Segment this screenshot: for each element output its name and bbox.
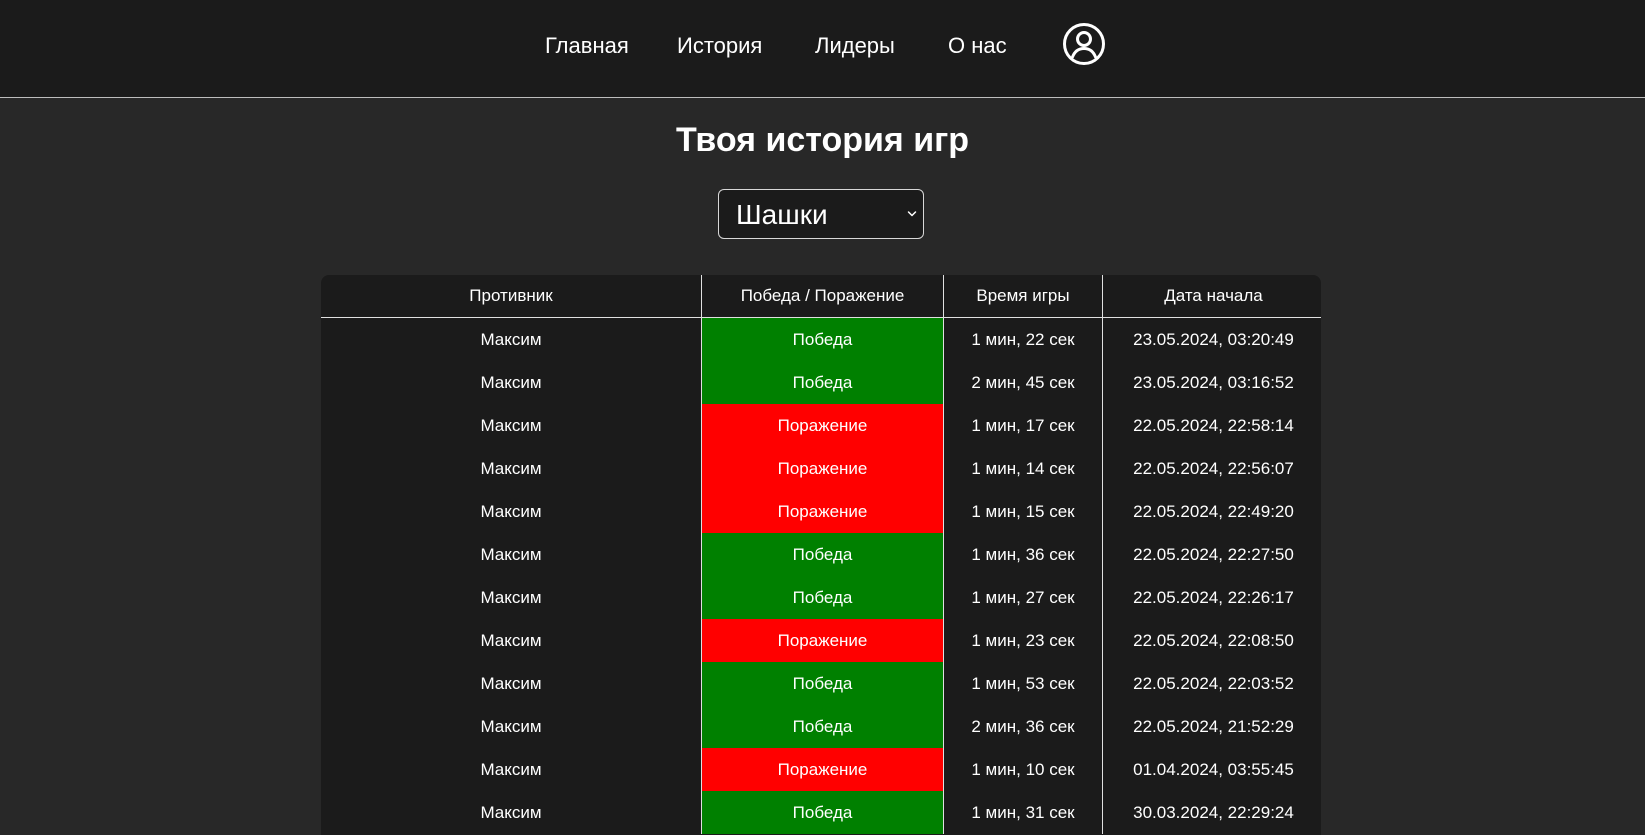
column-header-result: Победа / Поражение <box>701 275 944 318</box>
cell-result: Поражение <box>701 447 944 490</box>
table-row: Максим Победа 1 мин, 36 сек 22.05.2024, 22:… <box>321 533 1321 576</box>
cell-duration: 2 мин, 45 сек <box>943 361 1103 404</box>
table-header-row: Противник Победа / Поражение Время игры … <box>321 275 1321 318</box>
column-header-start-date: Дата начала <box>1102 275 1321 318</box>
cell-start-date: 30.03.2024, 22:29:24 <box>1102 791 1321 834</box>
table-row: Максим Победа 1 мин, 22 сек 23.05.2024, 03:… <box>321 317 1321 361</box>
table-row: Максим Поражение 1 мин, 10 сек 01.04.2024, … <box>321 748 1321 791</box>
cell-start-date: 23.05.2024, 03:16:52 <box>1102 361 1321 404</box>
cell-start-date: 23.05.2024, 03:20:49 <box>1102 317 1321 361</box>
page-title: Твоя история игр <box>675 121 970 159</box>
cell-start-date: 22.05.2024, 22:26:17 <box>1102 576 1321 619</box>
cell-opponent: Максим <box>480 673 542 693</box>
cell-duration: 2 мин, 36 сек <box>943 705 1103 748</box>
cell-result: Победа <box>701 361 944 404</box>
cell-start-date: 22.05.2024, 22:03:52 <box>1102 662 1321 705</box>
cell-result: Поражение <box>701 619 944 662</box>
cell-opponent: Максим <box>480 329 542 349</box>
nav-link-about[interactable]: О нас <box>948 32 1007 60</box>
table-row: Максим Победа 2 мин, 36 сек 22.05.2024, 21:… <box>321 705 1321 748</box>
cell-duration: 1 мин, 36 сек <box>943 533 1103 576</box>
cell-duration: 1 мин, 17 сек <box>943 404 1103 447</box>
column-header-opponent: Противник <box>321 275 702 318</box>
cell-start-date: 22.05.2024, 22:27:50 <box>1102 533 1321 576</box>
cell-opponent: Максим <box>480 759 542 779</box>
cell-duration: 1 мин, 53 сек <box>943 662 1103 705</box>
table-row: Максим Победа 2 мин, 45 сек 23.05.2024, 03:… <box>321 361 1321 404</box>
table-row: Максим Победа 1 мин, 27 сек 22.05.2024, 22:… <box>321 576 1321 619</box>
cell-result: Победа <box>701 705 944 748</box>
game-history-table-container: Противник Победа / Поражение Время игры … <box>321 275 1321 835</box>
cell-start-date: 22.05.2024, 21:52:29 <box>1102 705 1321 748</box>
cell-opponent: Максим <box>480 716 542 736</box>
user-circle-icon[interactable] <box>1062 22 1106 66</box>
table-row: Максим Победа 1 мин, 53 сек 22.05.2024, 22:… <box>321 662 1321 705</box>
cell-opponent: Максим <box>480 501 542 521</box>
cell-opponent: Максим <box>480 587 542 607</box>
table-row: Максим Поражение 1 мин, 17 сек 22.05.2024, … <box>321 404 1321 447</box>
cell-result: Поражение <box>701 748 944 791</box>
chevron-down-icon <box>907 211 917 217</box>
table-row: Максим Поражение 1 мин, 23 сек 22.05.2024, … <box>321 619 1321 662</box>
cell-start-date: 01.04.2024, 03:55:45 <box>1102 748 1321 791</box>
table-row: Максим Поражение 1 мин, 15 сек 22.05.2024, … <box>321 490 1321 533</box>
cell-start-date: 22.05.2024, 22:58:14 <box>1102 404 1321 447</box>
cell-start-date: 22.05.2024, 22:56:07 <box>1102 447 1321 490</box>
game-history-table: Противник Победа / Поражение Время игры … <box>321 275 1321 834</box>
cell-opponent: Максим <box>480 544 542 564</box>
cell-result: Поражение <box>701 490 944 533</box>
cell-duration: 1 мин, 22 сек <box>943 317 1103 361</box>
game-type-selected-value: Шашки <box>736 199 828 230</box>
cell-result: Победа <box>701 317 944 361</box>
table-row: Максим Поражение 1 мин, 14 сек 22.05.2024, … <box>321 447 1321 490</box>
cell-result: Победа <box>701 533 944 576</box>
cell-opponent: Максим <box>480 415 542 435</box>
column-header-duration: Время игры <box>943 275 1103 318</box>
nav-link-history[interactable]: История <box>677 32 762 60</box>
cell-result: Победа <box>701 576 944 619</box>
cell-duration: 1 мин, 14 сек <box>943 447 1103 490</box>
cell-opponent: Максим <box>480 458 542 478</box>
top-navigation-bar: Главная История Лидеры О нас <box>0 0 1645 98</box>
game-type-select[interactable]: Шашки <box>718 189 924 239</box>
nav-link-home[interactable]: Главная <box>545 32 629 60</box>
cell-duration: 1 мин, 23 сек <box>943 619 1103 662</box>
table-row: Максим Победа 1 мин, 31 сек 30.03.2024, 22:… <box>321 791 1321 834</box>
cell-opponent: Максим <box>480 372 542 392</box>
table-body: Максим Победа 1 мин, 22 сек 23.05.2024, 03:… <box>321 317 1321 834</box>
cell-duration: 1 мин, 31 сек <box>943 791 1103 834</box>
nav-link-leaders[interactable]: Лидеры <box>815 32 895 60</box>
cell-opponent: Максим <box>480 630 542 650</box>
cell-duration: 1 мин, 10 сек <box>943 748 1103 791</box>
cell-result: Поражение <box>701 404 944 447</box>
cell-duration: 1 мин, 15 сек <box>943 490 1103 533</box>
cell-opponent: Максим <box>480 802 542 822</box>
cell-result: Победа <box>701 662 944 705</box>
cell-duration: 1 мин, 27 сек <box>943 576 1103 619</box>
cell-start-date: 22.05.2024, 22:08:50 <box>1102 619 1321 662</box>
cell-result: Победа <box>701 791 944 834</box>
cell-start-date: 22.05.2024, 22:49:20 <box>1102 490 1321 533</box>
